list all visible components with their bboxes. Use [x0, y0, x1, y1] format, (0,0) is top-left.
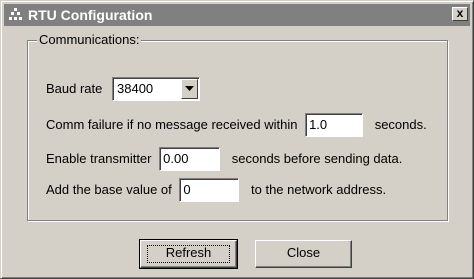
- base-value-label: Add the base value of: [46, 181, 172, 197]
- communications-group-label: Communications:: [37, 32, 142, 48]
- baud-rate-dropdown-button[interactable]: [181, 78, 198, 99]
- baud-rate-label: Baud rate: [46, 80, 103, 96]
- close-button-label: Close: [286, 245, 321, 260]
- refresh-button-label: Refresh: [165, 245, 212, 260]
- comm-failure-label: Comm failure if no message received with…: [46, 116, 298, 132]
- title-bar[interactable]: RTU Configuration x: [4, 4, 470, 26]
- baud-rate-row: Baud rate 38400: [46, 76, 200, 101]
- window-title: RTU Configuration: [28, 7, 153, 23]
- comm-failure-units-label: seconds.: [374, 116, 427, 132]
- close-window-button[interactable]: x: [452, 7, 468, 21]
- network-address-row: Add the base value of 0 to the network a…: [46, 177, 387, 202]
- transmitter-row: Enable transmitter 0.00 seconds before s…: [46, 146, 403, 171]
- transmitter-delay-units-label: seconds before sending data.: [231, 150, 403, 166]
- comm-failure-timeout-input[interactable]: 1.0: [305, 112, 364, 137]
- baud-rate-select[interactable]: 38400: [112, 76, 200, 101]
- rtu-configuration-dialog: RTU Configuration x Communications: Baud…: [0, 0, 474, 279]
- app-icon: [9, 8, 22, 20]
- close-icon: x: [456, 6, 464, 20]
- network-address-label: to the network address.: [251, 181, 387, 197]
- baud-rate-value: 38400: [117, 80, 154, 96]
- enable-transmitter-label: Enable transmitter: [46, 150, 152, 166]
- base-value-input[interactable]: 0: [179, 177, 240, 202]
- refresh-button[interactable]: Refresh: [139, 239, 238, 269]
- chevron-down-icon: [185, 85, 194, 91]
- comm-failure-row: Comm failure if no message received with…: [46, 112, 427, 137]
- close-button[interactable]: Close: [255, 240, 352, 268]
- transmitter-delay-input[interactable]: 0.00: [159, 146, 221, 171]
